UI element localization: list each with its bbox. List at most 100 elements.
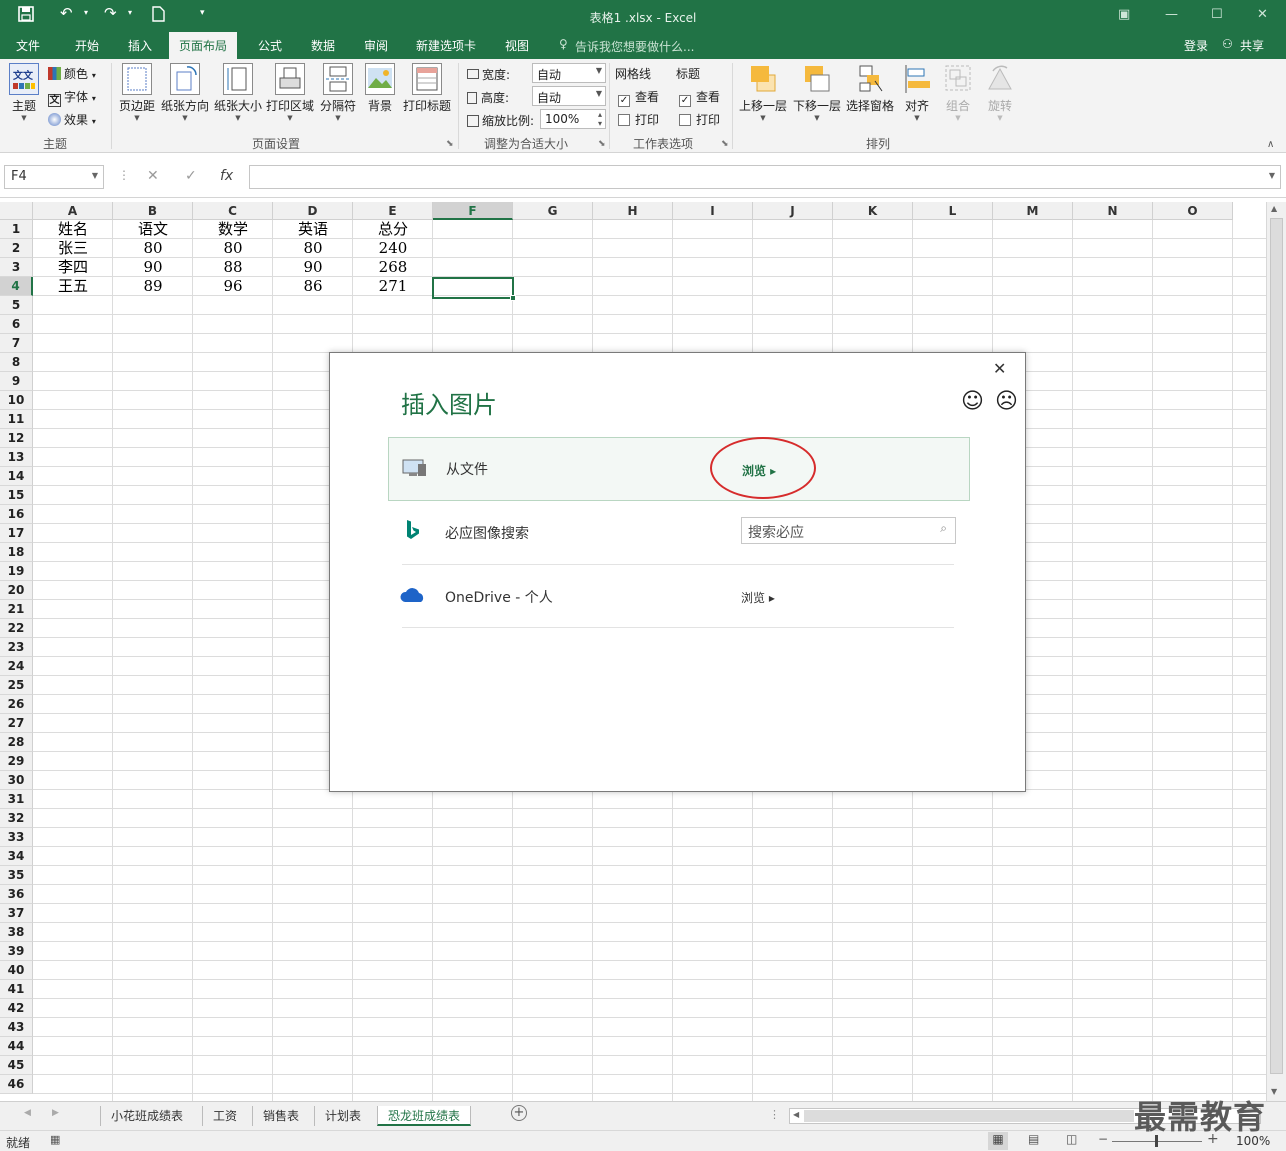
themes-button[interactable]: 文文 主题 ▼ xyxy=(6,63,42,122)
onedrive-option[interactable]: OneDrive - 个人 浏览 ▸ xyxy=(388,565,970,629)
row-header[interactable]: 37 xyxy=(0,904,33,923)
formula-input[interactable]: ▼ xyxy=(249,165,1281,189)
row-header[interactable]: 45 xyxy=(0,1056,33,1075)
scroll-left-icon[interactable]: ◀ xyxy=(793,1110,799,1119)
row-header[interactable]: 14 xyxy=(0,467,33,486)
header-cell[interactable]: 语文 xyxy=(113,220,193,239)
scale-stepper[interactable]: 100% ▴ ▾ xyxy=(540,109,606,129)
row-header[interactable]: 22 xyxy=(0,619,33,638)
table-cell[interactable]: 86 xyxy=(273,277,353,296)
row-header[interactable]: 12 xyxy=(0,429,33,448)
insert-function-icon[interactable]: fx xyxy=(220,168,233,184)
dialog-launcher-icon[interactable]: ⬊ xyxy=(446,139,454,149)
fonts-button[interactable]: 文字体 ▾ xyxy=(48,88,96,107)
stepper-arrows-icon[interactable]: ▴ ▾ xyxy=(598,110,602,128)
minimize-icon[interactable]: — xyxy=(1165,7,1178,22)
row-header[interactable]: 39 xyxy=(0,942,33,961)
row-header[interactable]: 42 xyxy=(0,999,33,1018)
close-icon[interactable]: ✕ xyxy=(1257,7,1268,22)
row-header[interactable]: 20 xyxy=(0,581,33,600)
sheet-tab[interactable]: 工资 xyxy=(202,1106,247,1126)
row-header[interactable]: 32 xyxy=(0,809,33,828)
row-header[interactable]: 28 xyxy=(0,733,33,752)
column-header-h[interactable]: H xyxy=(593,202,673,220)
selection-pane-button[interactable]: 选择窗格 xyxy=(845,63,895,114)
row-header[interactable]: 18 xyxy=(0,543,33,562)
table-cell[interactable]: 88 xyxy=(193,258,273,277)
sheet-tab[interactable]: 小花班成绩表 xyxy=(100,1106,193,1126)
tab-formulas[interactable]: 公式 xyxy=(258,37,282,54)
colors-button[interactable]: 颜色 ▾ xyxy=(48,65,96,82)
column-header-i[interactable]: I xyxy=(673,202,753,220)
table-cell[interactable]: 96 xyxy=(193,277,273,296)
row-header[interactable]: 21 xyxy=(0,600,33,619)
row-header[interactable]: 11 xyxy=(0,410,33,429)
row-header[interactable]: 2 xyxy=(0,239,33,258)
table-cell[interactable]: 张三 xyxy=(33,239,113,258)
row-header[interactable]: 10 xyxy=(0,391,33,410)
onedrive-browse-link[interactable]: 浏览 ▸ xyxy=(741,589,775,606)
share-button[interactable]: 共享 xyxy=(1240,37,1264,54)
headings-print-checkbox[interactable]: 打印 xyxy=(679,111,720,128)
row-header[interactable]: 41 xyxy=(0,980,33,999)
table-cell[interactable]: 王五 xyxy=(33,277,113,296)
tab-view[interactable]: 视图 xyxy=(505,37,529,54)
prev-sheet-icon[interactable]: ◀ xyxy=(24,1108,31,1118)
scroll-thumb[interactable] xyxy=(1270,218,1283,1074)
row-header[interactable]: 17 xyxy=(0,524,33,543)
row-header[interactable]: 29 xyxy=(0,752,33,771)
row-header[interactable]: 3 xyxy=(0,258,33,277)
row-header[interactable]: 40 xyxy=(0,961,33,980)
column-header-o[interactable]: O xyxy=(1153,202,1233,220)
align-button[interactable]: 对齐 ▼ xyxy=(901,63,933,122)
gridlines-print-checkbox[interactable]: 打印 xyxy=(618,111,659,128)
sheet-tab-active[interactable]: 恐龙班成绩表 xyxy=(377,1106,472,1126)
orientation-button[interactable]: 纸张方向 ▼ xyxy=(161,63,209,122)
table-cell[interactable]: 240 xyxy=(353,239,433,258)
sheet-tab[interactable]: 销售表 xyxy=(252,1106,309,1126)
tab-file[interactable]: 文件 xyxy=(16,37,40,54)
table-cell[interactable]: 80 xyxy=(113,239,193,258)
scroll-up-icon[interactable]: ▲ xyxy=(1271,204,1277,213)
table-cell[interactable]: 268 xyxy=(353,258,433,277)
fill-handle[interactable] xyxy=(510,295,516,301)
rotate-button[interactable]: 旋转 ▼ xyxy=(984,63,1016,122)
smile-icon[interactable]: ☺ xyxy=(961,389,984,414)
login-link[interactable]: 登录 xyxy=(1184,37,1208,54)
header-cell[interactable]: 总分 xyxy=(353,220,433,239)
hscroll-thumb[interactable] xyxy=(804,1110,1134,1122)
tab-insert[interactable]: 插入 xyxy=(128,37,152,54)
column-header-n[interactable]: N xyxy=(1073,202,1153,220)
dialog-launcher-icon[interactable]: ⬊ xyxy=(721,139,729,149)
row-header[interactable]: 7 xyxy=(0,334,33,353)
row-header[interactable]: 6 xyxy=(0,315,33,334)
header-cell[interactable]: 英语 xyxy=(273,220,353,239)
size-button[interactable]: 纸张大小 ▼ xyxy=(214,63,262,122)
row-header[interactable]: 33 xyxy=(0,828,33,847)
tab-home[interactable]: 开始 xyxy=(75,37,99,54)
height-select[interactable]: 自动 ▼ xyxy=(532,86,606,106)
enter-icon[interactable]: ✓ xyxy=(185,168,197,184)
tab-new[interactable]: 新建选项卡 xyxy=(416,37,476,54)
tell-me-input[interactable]: 告诉我您想要做什么... xyxy=(575,38,694,55)
header-cell[interactable]: 数学 xyxy=(193,220,273,239)
scroll-down-icon[interactable]: ▼ xyxy=(1271,1087,1277,1096)
row-header[interactable]: 5 xyxy=(0,296,33,315)
group-button[interactable]: 组合 ▼ xyxy=(942,63,974,122)
bring-forward-button[interactable]: 上移一层 ▼ xyxy=(738,63,788,122)
column-header-a[interactable]: A xyxy=(33,202,113,220)
table-cell[interactable]: 80 xyxy=(273,239,353,258)
row-header[interactable]: 15 xyxy=(0,486,33,505)
row-header[interactable]: 16 xyxy=(0,505,33,524)
column-header-d[interactable]: D xyxy=(273,202,353,220)
next-sheet-icon[interactable]: ▶ xyxy=(52,1108,59,1118)
margins-button[interactable]: 页边距 ▼ xyxy=(118,63,156,122)
macro-record-icon[interactable]: ▦ xyxy=(50,1133,60,1146)
row-header[interactable]: 8 xyxy=(0,353,33,372)
row-header[interactable]: 25 xyxy=(0,676,33,695)
column-header-c[interactable]: C xyxy=(193,202,273,220)
table-cell[interactable]: 90 xyxy=(113,258,193,277)
column-header-j[interactable]: J xyxy=(753,202,833,220)
row-header[interactable]: 13 xyxy=(0,448,33,467)
vertical-scrollbar[interactable]: ▲ ▼ xyxy=(1266,202,1286,1101)
